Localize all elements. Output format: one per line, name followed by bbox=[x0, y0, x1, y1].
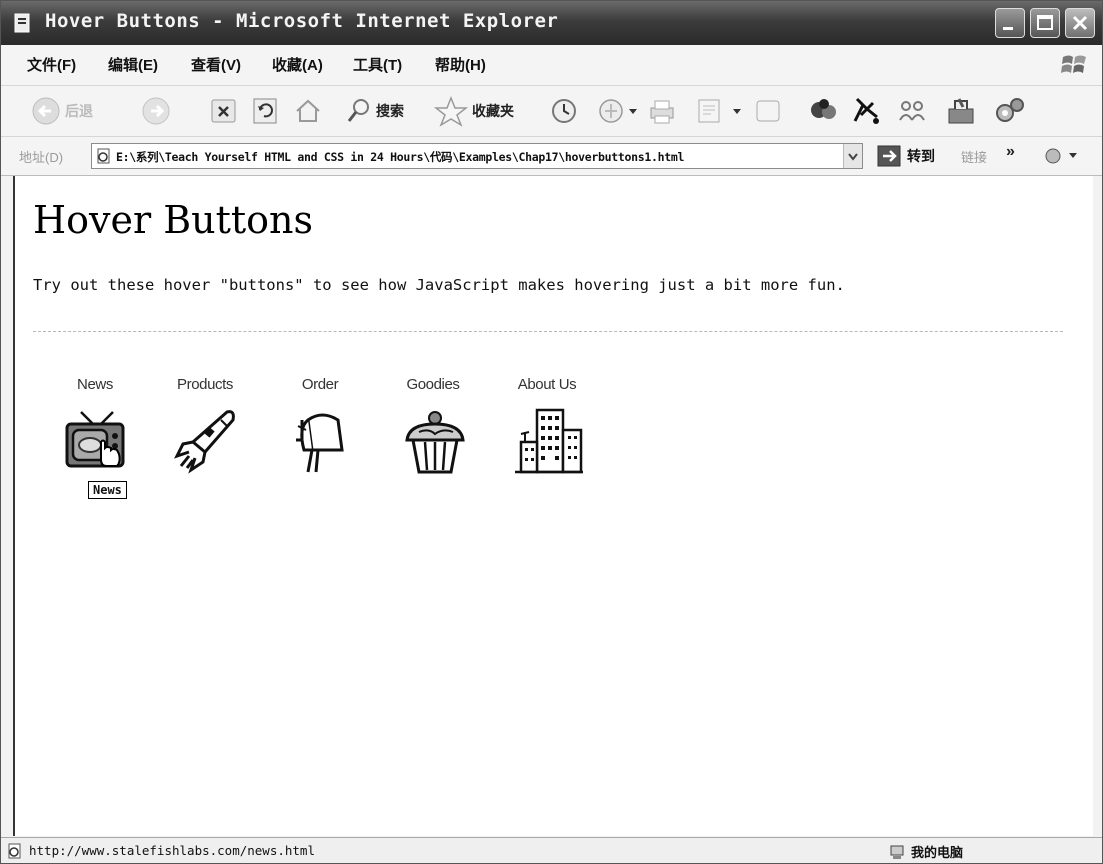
favorites-button[interactable]: 收藏夹 bbox=[434, 94, 514, 128]
menu-tools[interactable]: 工具(T) bbox=[353, 54, 402, 75]
ie-status-page-icon bbox=[8, 843, 21, 859]
forward-arrow-icon bbox=[142, 97, 170, 125]
menu-bar: 文件(F) 编辑(E) 查看(V) 收藏(A) 工具(T) 帮助(H) bbox=[1, 45, 1102, 86]
close-button[interactable] bbox=[1065, 8, 1095, 38]
windows-flag-icon bbox=[1061, 55, 1086, 73]
mailbox-icon bbox=[296, 413, 344, 473]
address-input[interactable]: E:\系列\Teach Yourself HTML and CSS in 24 … bbox=[91, 143, 863, 169]
home-icon bbox=[296, 99, 320, 122]
im-button[interactable] bbox=[897, 94, 929, 128]
forward-button[interactable] bbox=[141, 94, 171, 128]
browser-window: Hover Buttons - Microsoft Internet Explo… bbox=[0, 0, 1103, 864]
im-figures-icon bbox=[899, 101, 925, 121]
history-button[interactable] bbox=[549, 94, 579, 128]
menu-view[interactable]: 查看(V) bbox=[191, 54, 241, 75]
security-zone: 我的电脑 bbox=[889, 842, 963, 861]
status-bar: http://www.stalefishlabs.com/news.html 我… bbox=[1, 837, 1102, 863]
home-button[interactable] bbox=[293, 94, 323, 128]
intro-paragraph: Try out these hover "buttons" to see how… bbox=[33, 276, 845, 294]
my-computer-icon bbox=[890, 845, 904, 859]
menu-help[interactable]: 帮助(H) bbox=[435, 54, 486, 75]
products-button[interactable]: Products bbox=[155, 376, 255, 486]
address-bar: 地址(D) E:\系列\Teach Yourself HTML and CSS … bbox=[1, 137, 1102, 176]
hover-tooltip: News bbox=[88, 481, 127, 499]
back-button[interactable]: 后退 bbox=[31, 94, 93, 128]
about-us-button[interactable]: About Us bbox=[497, 376, 597, 486]
favorites-label: 收藏夹 bbox=[472, 103, 514, 119]
favorites-star-icon bbox=[434, 95, 468, 127]
address-dropdown-button[interactable] bbox=[843, 144, 862, 168]
toolbar-options-icon[interactable] bbox=[1041, 145, 1085, 167]
order-button[interactable]: Order bbox=[270, 376, 370, 486]
cupcake-icon bbox=[405, 411, 465, 474]
search-icon bbox=[347, 99, 369, 122]
print-button[interactable] bbox=[647, 94, 677, 128]
search-button[interactable]: 搜索 bbox=[346, 94, 404, 128]
messenger-icon bbox=[811, 99, 836, 119]
goodies-button[interactable]: Goodies bbox=[383, 376, 483, 486]
ie-document-icon bbox=[97, 148, 110, 164]
menu-edit[interactable]: 编辑(E) bbox=[108, 54, 158, 75]
minimize-icon bbox=[1003, 27, 1013, 30]
back-label: 后退 bbox=[65, 103, 93, 119]
go-label: 转到 bbox=[907, 148, 935, 164]
page-content: Hover Buttons Try out these hover "butto… bbox=[13, 176, 1093, 836]
messenger-button[interactable] bbox=[807, 94, 841, 128]
goodies-label: Goodies bbox=[406, 376, 460, 393]
edit-page-icon bbox=[698, 99, 741, 123]
links-label[interactable]: 链接 bbox=[961, 147, 987, 166]
chevron-down-icon bbox=[848, 153, 858, 161]
news-label: News bbox=[77, 376, 113, 393]
research-button[interactable] bbox=[849, 94, 883, 128]
building-icon bbox=[515, 408, 583, 474]
tv-icon bbox=[65, 411, 125, 468]
tools-button[interactable] bbox=[945, 94, 977, 128]
stop-button[interactable] bbox=[209, 94, 239, 128]
toolbox-icon bbox=[948, 98, 974, 124]
gear-tools-icon bbox=[996, 98, 1024, 122]
search-label: 搜索 bbox=[376, 103, 404, 119]
address-label: 地址(D) bbox=[19, 150, 64, 165]
horizontal-rule bbox=[33, 331, 1063, 332]
research-icon bbox=[853, 97, 879, 124]
refresh-button[interactable] bbox=[251, 94, 281, 128]
zone-label: 我的电脑 bbox=[911, 845, 964, 860]
mail-button[interactable] bbox=[597, 94, 639, 128]
maximize-button[interactable] bbox=[1030, 8, 1060, 38]
go-button[interactable]: 转到 bbox=[877, 143, 935, 169]
address-url: E:\系列\Teach Yourself HTML and CSS in 24 … bbox=[116, 150, 685, 164]
products-label: Products bbox=[177, 376, 233, 393]
rocket-icon bbox=[174, 410, 235, 474]
standard-toolbar: 后退 搜索 收藏夹 bbox=[1, 86, 1102, 137]
page-title: Hover Buttons bbox=[33, 198, 314, 242]
menu-favorites[interactable]: 收藏(A) bbox=[272, 54, 323, 75]
discuss-button[interactable] bbox=[753, 94, 783, 128]
window-title: Hover Buttons - Microsoft Internet Explo… bbox=[45, 10, 559, 32]
about-us-label: About Us bbox=[517, 376, 577, 393]
mail-icon bbox=[599, 99, 637, 123]
history-icon bbox=[552, 99, 576, 123]
ie-page-icon bbox=[14, 13, 30, 33]
stop-icon bbox=[211, 99, 236, 123]
order-label: Order bbox=[301, 376, 339, 393]
status-url: http://www.stalefishlabs.com/news.html bbox=[29, 843, 315, 858]
go-arrow-icon bbox=[877, 145, 901, 167]
refresh-icon bbox=[253, 98, 277, 124]
links-chevron[interactable]: » bbox=[1006, 143, 1015, 161]
printer-icon bbox=[650, 100, 674, 124]
extra-tool-button[interactable] bbox=[993, 94, 1027, 128]
discuss-icon bbox=[756, 100, 780, 122]
minimize-button[interactable] bbox=[995, 8, 1025, 38]
news-button[interactable]: News bbox=[45, 376, 145, 486]
maximize-icon bbox=[1037, 15, 1053, 30]
close-icon bbox=[1072, 15, 1088, 31]
edit-button[interactable] bbox=[695, 94, 743, 128]
title-bar: Hover Buttons - Microsoft Internet Explo… bbox=[1, 1, 1102, 45]
back-arrow-icon bbox=[32, 97, 60, 125]
menu-file[interactable]: 文件(F) bbox=[27, 54, 76, 75]
